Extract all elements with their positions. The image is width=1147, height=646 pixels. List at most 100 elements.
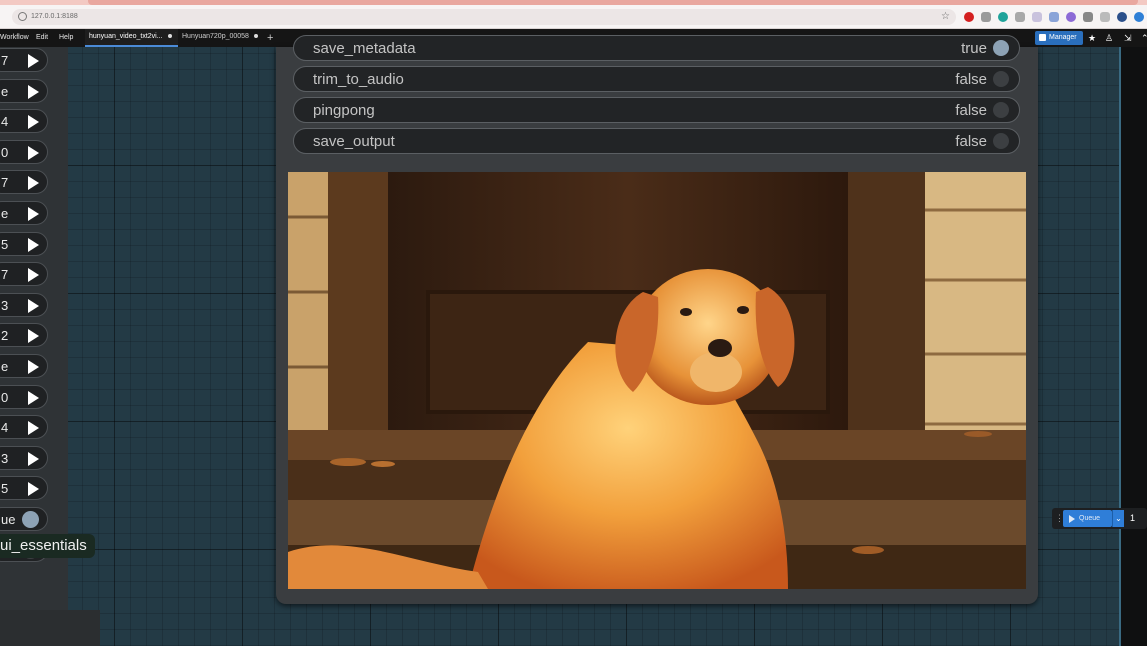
extension-icon[interactable] — [1117, 12, 1127, 22]
extension-icon[interactable] — [1100, 12, 1110, 22]
share-icon[interactable]: ⇲ — [1124, 32, 1132, 44]
increment-arrow-icon[interactable] — [28, 298, 39, 313]
toggle-icon[interactable] — [993, 133, 1009, 149]
widget-value: 5 — [1, 481, 9, 497]
extension-icon[interactable] — [1066, 12, 1076, 22]
increment-arrow-icon[interactable] — [28, 54, 39, 68]
increment-arrow-icon[interactable] — [28, 176, 39, 191]
video-preview[interactable] — [288, 172, 1026, 589]
left-node-widget-row[interactable]: 5 — [0, 476, 48, 501]
widget-name: save_metadata — [313, 40, 416, 57]
widget-value: 2 — [1, 328, 9, 344]
increment-arrow-icon[interactable] — [28, 237, 39, 252]
widget-value: 7 — [1, 53, 9, 68]
workflow-tab-active[interactable]: hunyuan_video_txt2vi... — [85, 29, 178, 47]
chevron-down-icon: ⌄ — [1115, 514, 1122, 523]
manager-button[interactable]: Manager — [1035, 31, 1083, 45]
increment-arrow-icon[interactable] — [28, 482, 39, 497]
left-node-widget-row[interactable]: 3 — [0, 292, 48, 317]
increment-arrow-icon[interactable] — [28, 329, 39, 344]
menu-workflow[interactable]: Workflow — [0, 33, 29, 43]
widget-value: e — [1, 206, 9, 221]
left-node-widget-row[interactable]: 0 — [0, 384, 48, 409]
extension-icon[interactable] — [998, 12, 1008, 22]
left-node-widget-row[interactable]: 7 — [0, 170, 48, 195]
menu-help[interactable]: Help — [59, 33, 73, 43]
increment-arrow-icon[interactable] — [28, 421, 39, 436]
widget-value: false — [955, 102, 987, 119]
widget-value: false — [955, 71, 987, 88]
extension-icon[interactable] — [1134, 12, 1144, 22]
batch-count-input[interactable]: 1 — [1130, 511, 1135, 526]
left-node-widget-row[interactable]: ue — [0, 507, 48, 531]
video-combine-node[interactable]: save_metadata true trim_to_audio false p… — [276, 35, 1038, 604]
play-icon — [1069, 515, 1075, 523]
star-icon[interactable]: ★ — [1088, 32, 1096, 44]
new-tab-plus-icon[interactable]: + — [267, 31, 273, 45]
left-node-widget-row[interactable]: 2 — [0, 323, 48, 348]
widget-value: false — [955, 133, 987, 150]
increment-arrow-icon[interactable] — [28, 268, 39, 283]
side-panel-edge — [1121, 47, 1147, 646]
widget-pingpong[interactable]: pingpong false — [293, 97, 1020, 123]
left-node-widget-row[interactable]: 7 — [0, 48, 48, 72]
queue-label: Queue — [1079, 515, 1101, 522]
increment-arrow-icon[interactable] — [28, 207, 39, 221]
queue-mode-dropdown[interactable]: ⌄ — [1112, 510, 1124, 527]
increment-arrow-icon[interactable] — [28, 360, 39, 374]
toggle-icon[interactable] — [993, 40, 1009, 56]
extension-icon[interactable] — [1049, 12, 1059, 22]
extension-icon[interactable] — [981, 12, 991, 22]
widget-name: save_output — [313, 133, 395, 150]
left-node-widget-row[interactable]: e — [0, 354, 48, 378]
toggle-icon[interactable] — [993, 102, 1009, 118]
widget-save-metadata[interactable]: save_metadata true — [293, 35, 1020, 61]
workflow-tab[interactable]: Hunyuan720p_00058 — [178, 29, 262, 47]
manager-label: Manager — [1049, 34, 1077, 41]
toggle-icon[interactable] — [993, 71, 1009, 87]
left-node-widget-row[interactable]: 3 — [0, 445, 48, 470]
increment-arrow-icon[interactable] — [28, 115, 39, 130]
left-node-widget-row[interactable]: e — [0, 201, 48, 225]
toggle-icon[interactable] — [22, 511, 39, 528]
widget-value: true — [961, 40, 987, 57]
url-text: 127.0.0.1:8188 — [31, 13, 78, 20]
widget-value: 4 — [1, 114, 9, 130]
left-node-widget-row[interactable]: 4 — [0, 415, 48, 440]
left-node-widget-row[interactable]: 7 — [0, 262, 48, 287]
workflow-tab-label: hunyuan_video_txt2vi... — [89, 33, 163, 40]
queue-bar: ⋮ Queue ⌄ 1 — [1052, 508, 1147, 529]
left-node-widget-row[interactable]: 4 — [0, 109, 48, 134]
unsaved-dot-icon — [253, 34, 258, 39]
extension-icon[interactable] — [1015, 12, 1025, 22]
increment-arrow-icon[interactable] — [28, 84, 39, 99]
bookmark-star-icon[interactable]: ☆ — [941, 10, 950, 24]
node-footer — [0, 610, 100, 646]
widget-value: 4 — [1, 420, 9, 436]
increment-arrow-icon[interactable] — [28, 145, 39, 160]
extension-opera-icon[interactable] — [964, 12, 974, 22]
nodes-icon[interactable]: ♙ — [1105, 32, 1113, 44]
widget-value: e — [1, 359, 9, 374]
left-node-widget-row[interactable]: 0 — [0, 139, 48, 164]
collapse-icon[interactable]: ⌃ — [1141, 32, 1147, 44]
site-info-icon[interactable] — [18, 12, 27, 21]
menu-edit[interactable]: Edit — [36, 33, 48, 43]
left-node-widget-row[interactable]: e — [0, 78, 48, 103]
widget-save-output[interactable]: save_output false — [293, 128, 1020, 154]
widget-name: pingpong — [313, 102, 375, 119]
widget-value: 3 — [1, 297, 9, 313]
extension-icon[interactable] — [1032, 12, 1042, 22]
widget-trim-to-audio[interactable]: trim_to_audio false — [293, 66, 1020, 92]
widget-value: 0 — [1, 144, 9, 160]
increment-arrow-icon[interactable] — [28, 451, 39, 466]
widget-value: 7 — [1, 267, 9, 283]
left-node-widget-row[interactable]: 5 — [0, 231, 48, 256]
address-bar[interactable]: 127.0.0.1:8188 ☆ — [12, 9, 956, 25]
unsaved-dot-icon — [167, 34, 172, 39]
microphone-icon[interactable] — [1083, 12, 1093, 22]
increment-arrow-icon[interactable] — [28, 390, 39, 405]
queue-button[interactable]: Queue — [1063, 510, 1112, 527]
extension-icons — [964, 12, 1147, 24]
golden-retriever-image — [288, 172, 1026, 589]
